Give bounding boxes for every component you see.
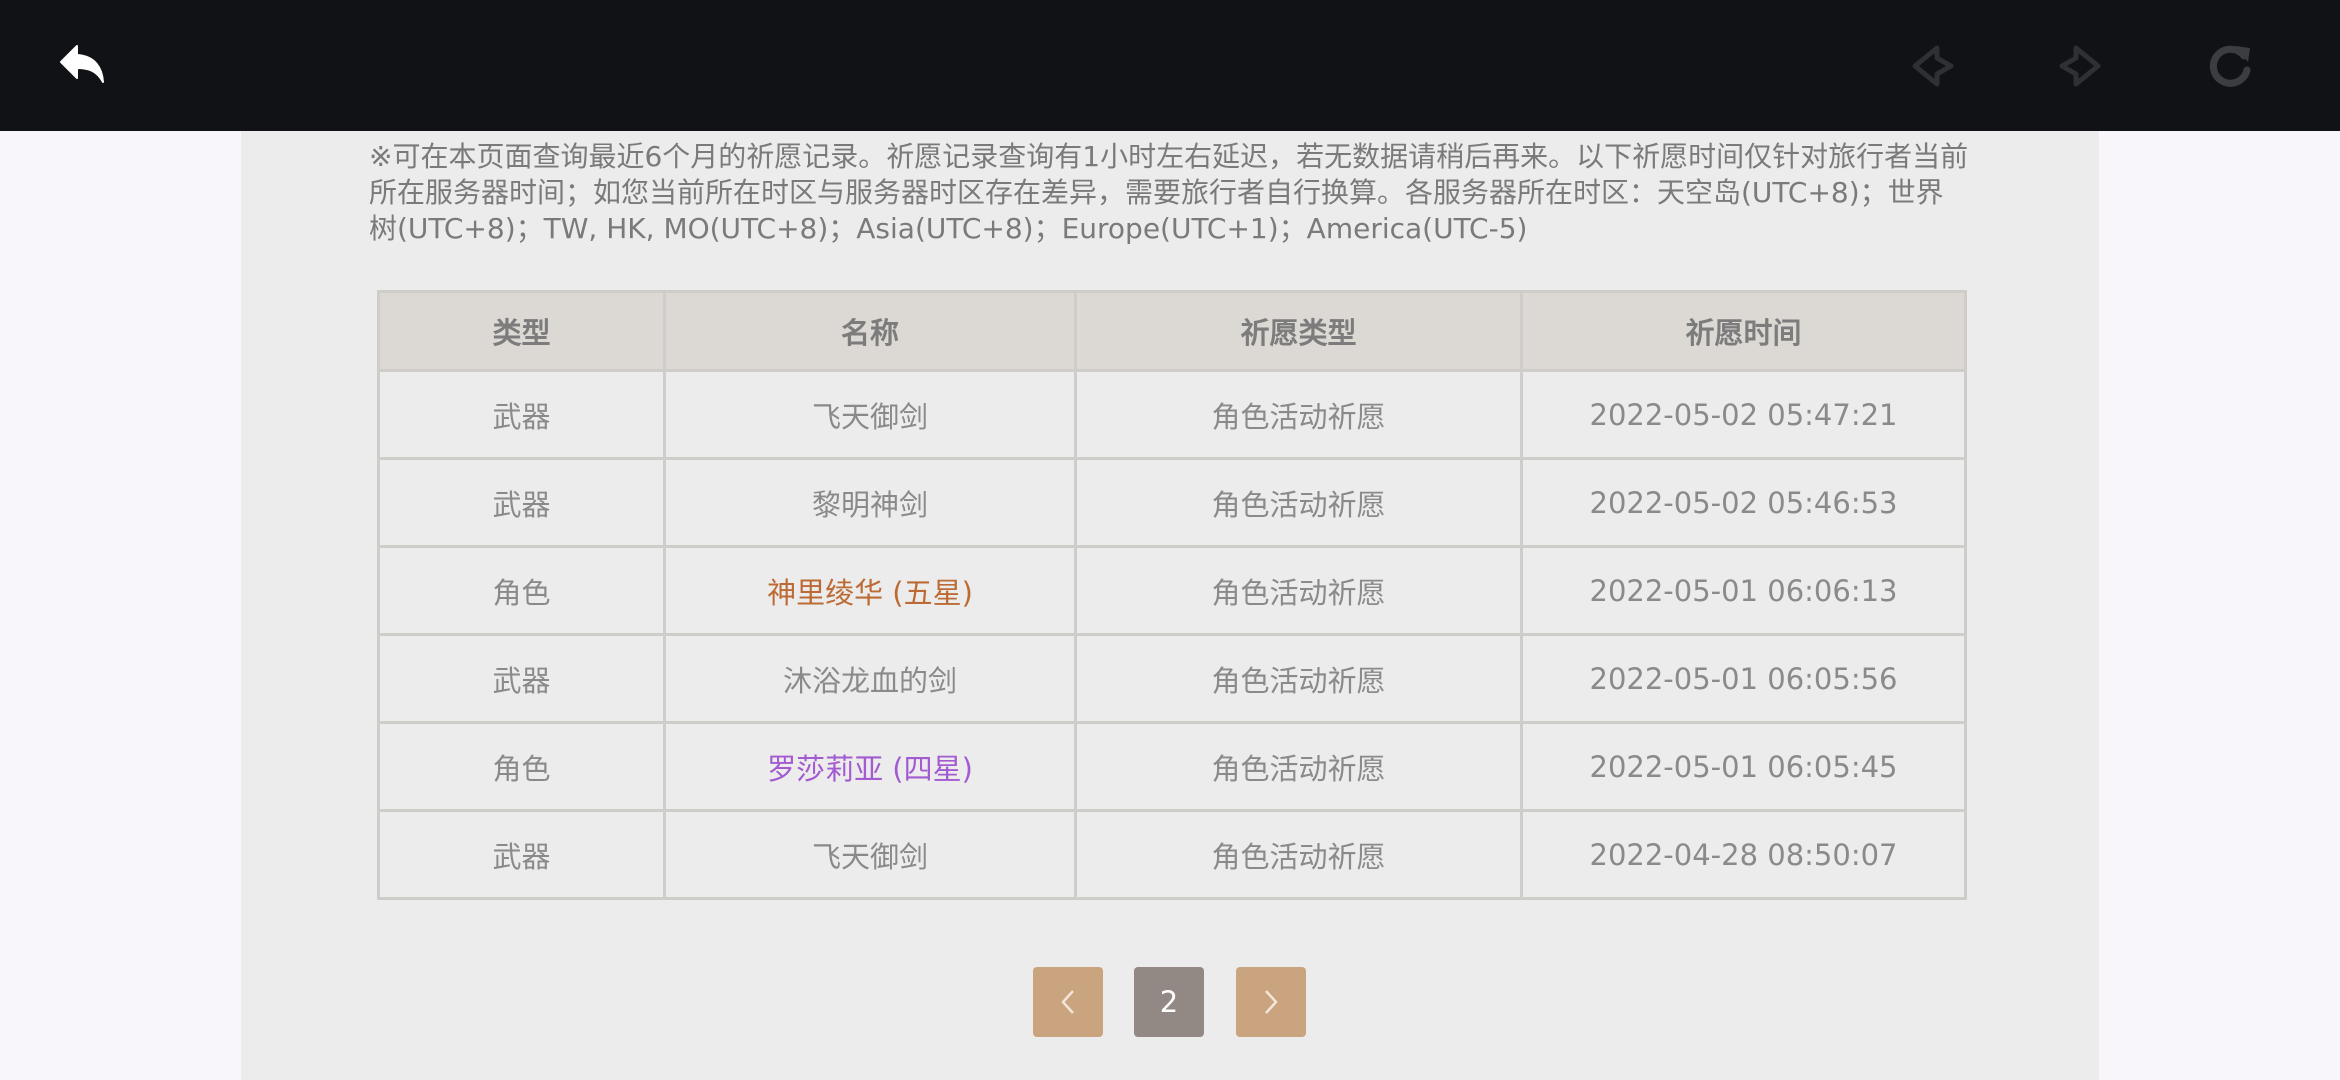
cell-name-five-star: 神里绫华 (五星) [663, 545, 1077, 636]
cell-name: 飞天御剑 [663, 809, 1077, 900]
nav-prev-button[interactable] [1897, 30, 1969, 102]
table-row: 角色 神里绫华 (五星) 角色活动祈愿 2022-05-01 06:06:13 [377, 545, 1967, 636]
cell-name: 飞天御剑 [663, 369, 1077, 460]
nav-next-icon [2059, 45, 2101, 87]
table-row: 武器 飞天御剑 角色活动祈愿 2022-05-02 05:47:21 [377, 369, 1967, 460]
header-type: 类型 [377, 290, 666, 372]
cell-time: 2022-05-01 06:06:13 [1520, 545, 1967, 636]
cell-type: 武器 [377, 369, 666, 460]
wish-history-panel: ※可在本页面查询最近6个月的祈愿记录。祈愿记录查询有1小时左右延迟，若无数据请稍… [241, 131, 2099, 1080]
table-row: 武器 沐浴龙血的剑 角色活动祈愿 2022-05-01 06:05:56 [377, 633, 1967, 724]
nav-prev-icon [1912, 45, 1954, 87]
cell-type: 武器 [377, 809, 666, 900]
table-row: 武器 飞天御剑 角色活动祈愿 2022-04-28 08:50:07 [377, 809, 1967, 900]
cell-wish-type: 角色活动祈愿 [1074, 545, 1523, 636]
cell-wish-type: 角色活动祈愿 [1074, 633, 1523, 724]
nav-next-button[interactable] [2044, 30, 2116, 102]
current-page-indicator[interactable]: 2 [1134, 967, 1204, 1037]
cell-name: 沐浴龙血的剑 [663, 633, 1077, 724]
next-page-button[interactable] [1236, 967, 1306, 1037]
header-wish-type: 祈愿类型 [1074, 290, 1523, 372]
header-wish-time: 祈愿时间 [1520, 290, 1967, 372]
prev-page-button[interactable] [1033, 967, 1103, 1037]
cell-time: 2022-05-02 05:47:21 [1520, 369, 1967, 460]
chevron-left-icon [1061, 990, 1074, 1014]
cell-type: 武器 [377, 633, 666, 724]
cell-type: 角色 [377, 545, 666, 636]
notice-text: ※可在本页面查询最近6个月的祈愿记录。祈愿记录查询有1小时左右延迟，若无数据请稍… [369, 140, 1969, 245]
cell-wish-type: 角色活动祈愿 [1074, 721, 1523, 812]
table-row: 角色 罗莎莉亚 (四星) 角色活动祈愿 2022-05-01 06:05:45 [377, 721, 1967, 812]
back-arrow-icon [60, 45, 104, 83]
cell-wish-type: 角色活动祈愿 [1074, 369, 1523, 460]
top-toolbar [0, 0, 2340, 131]
cell-time: 2022-05-01 06:05:45 [1520, 721, 1967, 812]
cell-wish-type: 角色活动祈愿 [1074, 809, 1523, 900]
table-row: 武器 黎明神剑 角色活动祈愿 2022-05-02 05:46:53 [377, 457, 1967, 548]
cell-time: 2022-04-28 08:50:07 [1520, 809, 1967, 900]
cell-name: 黎明神剑 [663, 457, 1077, 548]
reload-button[interactable] [2194, 30, 2266, 102]
cell-wish-type: 角色活动祈愿 [1074, 457, 1523, 548]
wish-records-table: 类型 名称 祈愿类型 祈愿时间 武器 飞天御剑 角色活动祈愿 2022-05-0… [377, 290, 1967, 900]
cell-name-four-star: 罗莎莉亚 (四星) [663, 721, 1077, 812]
chevron-right-icon [1265, 990, 1278, 1014]
cell-time: 2022-05-02 05:46:53 [1520, 457, 1967, 548]
reload-icon [2209, 45, 2251, 87]
header-name: 名称 [663, 290, 1077, 372]
back-button[interactable] [47, 30, 119, 102]
cell-time: 2022-05-01 06:05:56 [1520, 633, 1967, 724]
cell-type: 武器 [377, 457, 666, 548]
table-header-row: 类型 名称 祈愿类型 祈愿时间 [377, 290, 1967, 372]
cell-type: 角色 [377, 721, 666, 812]
